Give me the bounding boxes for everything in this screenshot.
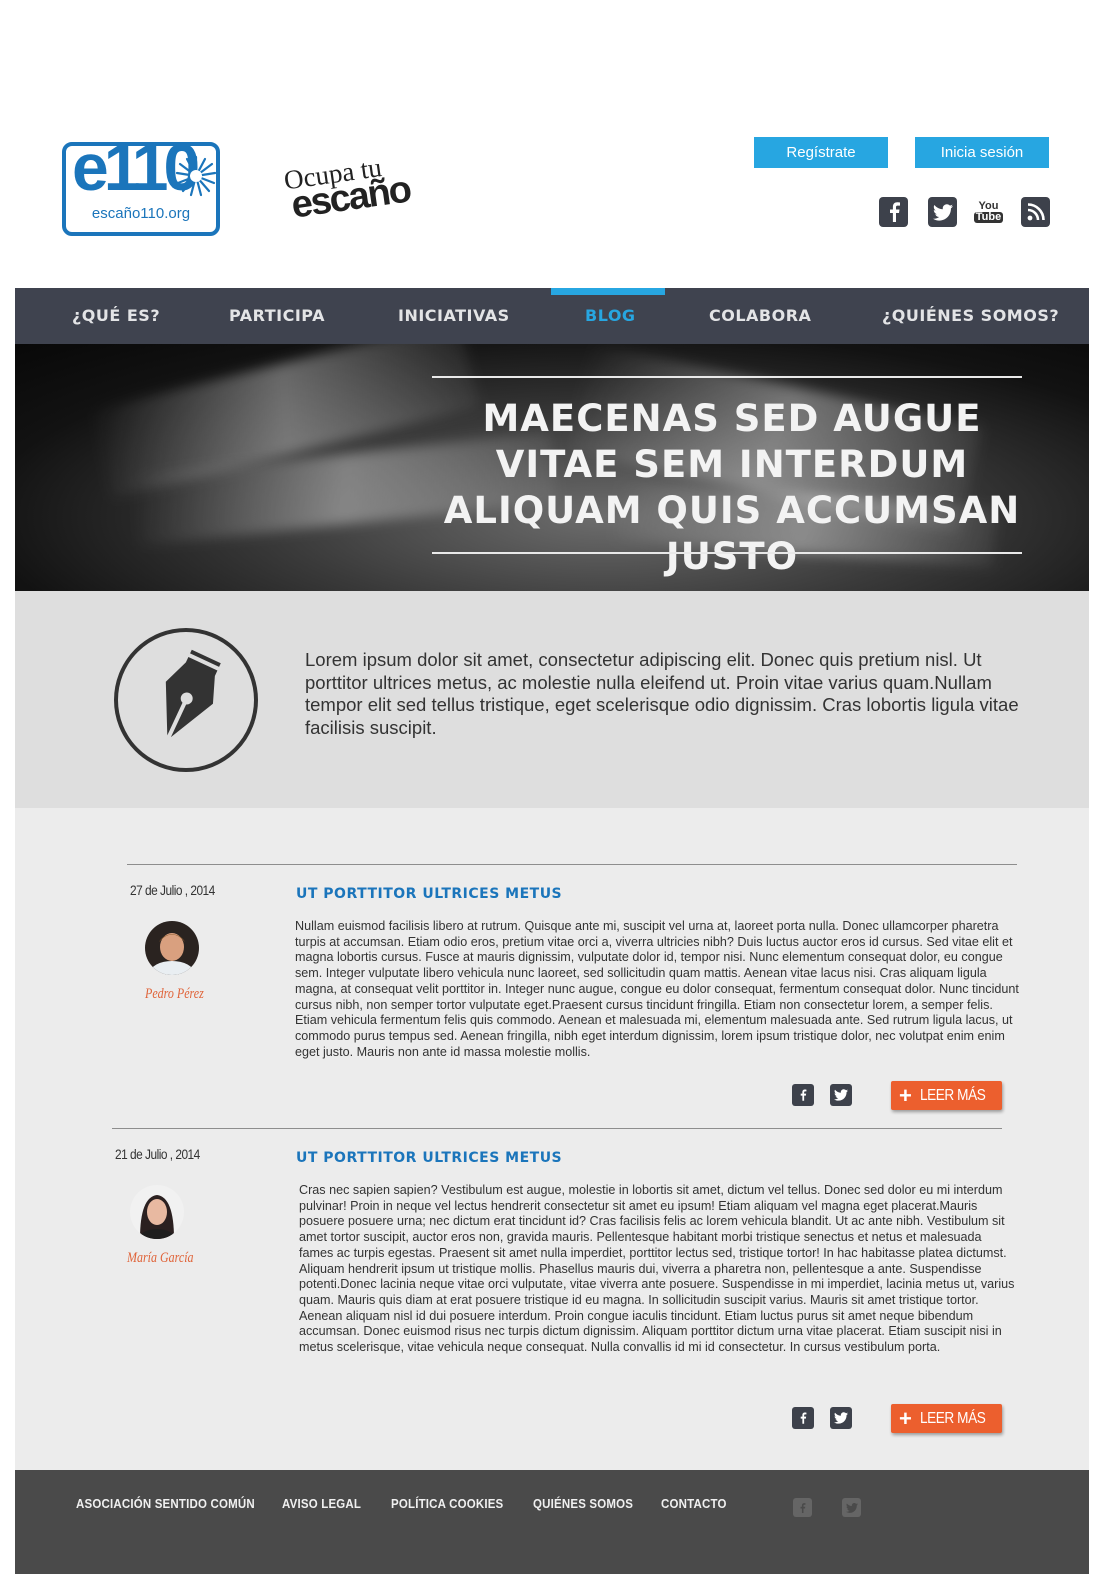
plus-icon: +	[899, 1082, 912, 1108]
post-title[interactable]: UT PORTTITOR ULTRICES METUS	[296, 1150, 562, 1166]
footer-link-politica-cookies[interactable]: POLÍTICA COOKIES	[391, 1497, 503, 1511]
blog-posts: 27 de Julio , 2014 Pedro Pérez UT PORTTI…	[15, 808, 1089, 1470]
intro-text: Lorem ipsum dolor sit amet, consectetur …	[305, 649, 1019, 738]
nav-item-blog[interactable]: BLOG	[585, 288, 636, 344]
footer-link-quienes-somos[interactable]: QUIÉNES SOMOS	[533, 1497, 633, 1511]
pen-nib-icon	[114, 628, 258, 772]
nav-item-quienes-somos[interactable]: ¿QUIÉNES SOMOS?	[882, 288, 1059, 344]
share-twitter-icon[interactable]	[830, 1407, 852, 1429]
post-divider	[112, 1128, 1002, 1129]
ocupa-tu-escano-logo[interactable]: Ocupa tu escaño	[279, 141, 428, 238]
hero-banner: MAECENAS SED AUGUE VITAE SEM INTERDUM AL…	[15, 344, 1089, 591]
post-divider	[127, 864, 1017, 865]
post-date: 27 de Julio , 2014	[130, 882, 215, 898]
avatar[interactable]	[130, 1185, 184, 1239]
rss-icon[interactable]	[1021, 197, 1050, 227]
footer-facebook-icon[interactable]	[793, 1498, 812, 1517]
post-author[interactable]: María García	[127, 1250, 194, 1267]
hero-bottom-rule	[432, 552, 1022, 554]
footer-link-aviso-legal[interactable]: AVISO LEGAL	[282, 1497, 361, 1511]
hero-top-rule	[432, 376, 1022, 378]
read-more-button[interactable]: + LEER MÁS	[891, 1081, 1002, 1110]
facebook-icon[interactable]	[879, 197, 908, 227]
nav-item-iniciativas[interactable]: INICIATIVAS	[398, 288, 510, 344]
post-body: Nullam euismod facilisis libero at rutru…	[295, 919, 1019, 1059]
avatar[interactable]	[145, 921, 199, 975]
post-body: Cras nec sapien sapien? Vestibulum est a…	[299, 1183, 1015, 1355]
share-facebook-icon[interactable]	[792, 1407, 814, 1429]
escano110-logo[interactable]: e110 escaño110.org	[62, 142, 220, 236]
read-more-label: LEER MÁS	[919, 1086, 986, 1104]
plus-icon: +	[899, 1405, 912, 1431]
read-more-label: LEER MÁS	[919, 1409, 986, 1427]
share-twitter-icon[interactable]	[830, 1084, 852, 1106]
youtube-text-bottom: Tube	[973, 211, 1004, 223]
post-author[interactable]: Pedro Pérez	[145, 986, 204, 1003]
footer-link-contacto[interactable]: CONTACTO	[661, 1497, 727, 1511]
post-title[interactable]: UT PORTTITOR ULTRICES METUS	[296, 886, 562, 902]
footer: ASOCIACIÓN SENTIDO COMÚN AVISO LEGAL POL…	[15, 1470, 1089, 1574]
post-date: 21 de Julio , 2014	[115, 1146, 200, 1162]
nav-item-que-es[interactable]: ¿QUÉ ES?	[72, 288, 160, 344]
nav-item-participa[interactable]: PARTICIPA	[229, 288, 325, 344]
main-nav: ¿QUÉ ES? PARTICIPA INICIATIVAS BLOG COLA…	[15, 288, 1089, 344]
register-button[interactable]: Regístrate	[754, 137, 888, 168]
read-more-button[interactable]: + LEER MÁS	[891, 1404, 1002, 1433]
login-button[interactable]: Inicia sesión	[915, 137, 1049, 168]
twitter-icon[interactable]	[928, 197, 957, 227]
footer-twitter-icon[interactable]	[842, 1498, 861, 1517]
intro-section: Lorem ipsum dolor sit amet, consectetur …	[15, 591, 1089, 808]
youtube-icon[interactable]: You Tube	[973, 197, 1004, 227]
footer-link-asociacion[interactable]: ASOCIACIÓN SENTIDO COMÚN	[76, 1497, 255, 1511]
logo-url-text: escaño110.org	[91, 205, 191, 222]
share-facebook-icon[interactable]	[792, 1084, 814, 1106]
logo-sun-icon	[175, 155, 216, 197]
nav-item-colabora[interactable]: COLABORA	[709, 288, 811, 344]
